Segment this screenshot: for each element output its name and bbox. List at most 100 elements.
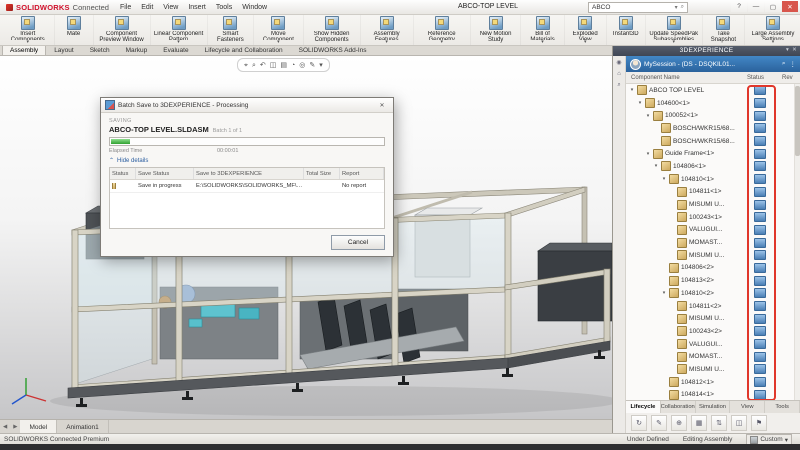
ribbon-button[interactable]: Component Preview Window — [94, 15, 151, 45]
hide-details-link[interactable]: ⌃ Hide details — [109, 157, 385, 164]
column-component-name[interactable]: Component Name — [626, 75, 680, 81]
panel-tab[interactable]: View — [730, 401, 765, 413]
tree-row[interactable]: ▾ 100052<1> — [626, 109, 800, 122]
panel-tab[interactable]: Simulation — [696, 401, 731, 413]
expand-caret-icon[interactable]: ▾ — [661, 290, 667, 296]
panel-close-icon[interactable]: ✕ — [792, 47, 797, 53]
tree-row[interactable]: BOSCH/WKR15/68... — [626, 122, 800, 135]
help-button[interactable]: ? — [731, 1, 747, 12]
menu-item[interactable]: Window — [237, 1, 272, 14]
overflow-menu-icon[interactable]: ⋮ — [790, 60, 797, 68]
dialog-title-bar[interactable]: Batch Save to 3DEXPERIENCE - Processing … — [101, 98, 393, 113]
tree-row[interactable]: 100243<1> — [626, 211, 800, 224]
column-rev[interactable]: Rev — [782, 75, 793, 81]
tree-row[interactable]: ▾ Guide Frame<1> — [626, 147, 800, 160]
ribbon-button[interactable]: Update SpeedPak Subassemblies ▾ — [646, 15, 703, 45]
tree-row[interactable]: ▾ 104806<1> — [626, 160, 800, 173]
add-icon[interactable]: ⊕ — [671, 415, 687, 431]
refresh-icon[interactable]: ↻ — [631, 415, 647, 431]
view-settings-chevron-icon[interactable]: ▾ — [319, 62, 323, 69]
view-orientation-icon[interactable]: ▤ — [280, 62, 287, 69]
expand-caret-icon[interactable]: ▾ — [629, 87, 635, 93]
tree-row[interactable]: MISUMI U... — [626, 312, 800, 325]
previous-view-icon[interactable]: ↶ — [260, 62, 266, 69]
edit-appearance-icon[interactable]: ✎ — [309, 62, 315, 69]
ribbon-button[interactable]: Exploded View ▾ — [565, 15, 607, 45]
expand-caret-icon[interactable]: ▾ — [645, 151, 651, 157]
flag-icon[interactable]: ⚑ — [751, 415, 767, 431]
section-view-icon[interactable]: ◫ — [270, 62, 277, 69]
panel-tab[interactable]: Tools — [765, 401, 800, 413]
ribbon-button[interactable]: Instant3D — [607, 15, 646, 45]
tree-row[interactable]: 104806<2> — [626, 262, 800, 275]
tree-row[interactable]: VALUGUI... — [626, 338, 800, 351]
zoom-to-fit-icon[interactable]: ⌖ — [244, 62, 248, 69]
minimize-button[interactable]: — — [748, 1, 764, 12]
tree-row[interactable]: ▾ 104810<1> — [626, 173, 800, 186]
search-icon[interactable]: ⌕ — [681, 4, 684, 11]
tree-row[interactable]: MISUMI U... — [626, 249, 800, 262]
panel-tab[interactable]: Lifecycle — [626, 401, 661, 413]
avatar[interactable] — [630, 59, 641, 70]
tree-row[interactable]: MISUMI U... — [626, 363, 800, 376]
expand-caret-icon[interactable]: ▾ — [645, 113, 651, 119]
grid-view-icon[interactable]: ▦ — [691, 415, 707, 431]
close-button[interactable]: ✕ — [782, 1, 798, 12]
chevron-down-icon[interactable]: ▾ — [675, 4, 678, 11]
ribbon-button[interactable]: Smart Fasteners — [208, 15, 255, 45]
expand-caret-icon[interactable]: ▾ — [653, 163, 659, 169]
tree-row[interactable]: 104811<2> — [626, 300, 800, 313]
tree-row[interactable]: VALUGUI... — [626, 224, 800, 237]
model-tab[interactable]: Model — [20, 420, 57, 434]
menu-item[interactable]: Edit — [136, 1, 158, 14]
tree-row[interactable]: 104813<2> — [626, 274, 800, 287]
table-row[interactable]: Save in progress E:\SOLIDWORKS\SOLIDWORK… — [110, 180, 384, 193]
ribbon-button[interactable]: Mate — [55, 15, 94, 45]
zoom-to-area-icon[interactable]: ⌕ — [252, 62, 256, 69]
search-icon[interactable]: ⌕ — [617, 82, 620, 89]
maximize-button[interactable]: ▢ — [765, 1, 781, 12]
tree-row[interactable]: MOMAST... — [626, 236, 800, 249]
report-cell[interactable]: No report — [340, 183, 384, 189]
model-tab[interactable]: Animation1 — [57, 420, 109, 434]
tree-row[interactable]: 100243<2> — [626, 325, 800, 338]
panel-menu-chevron-icon[interactable]: ▾ — [786, 47, 789, 53]
tree-row[interactable]: 104812<1> — [626, 376, 800, 389]
menu-item[interactable]: Insert — [183, 1, 211, 14]
scrollbar-thumb[interactable] — [795, 86, 800, 156]
menu-item[interactable]: View — [158, 1, 183, 14]
tab-nav-left-icon[interactable]: ◀ — [0, 424, 10, 430]
tree-row[interactable]: ▾ ABCO TOP LEVEL — [626, 84, 800, 97]
cancel-button[interactable]: Cancel — [331, 235, 385, 250]
tree-row[interactable]: MISUMI U... — [626, 198, 800, 211]
tab-nav-right-icon[interactable]: ▶ — [10, 424, 20, 430]
my-session-bar[interactable]: MySession - (DS - DSQKIL01... ⌕⋮ — [626, 56, 800, 72]
search-icon[interactable]: ⌕ — [782, 60, 786, 68]
ribbon-button[interactable]: Show Hidden Components — [304, 15, 361, 45]
ribbon-button[interactable]: Large Assembly Settings ▾ — [745, 15, 800, 45]
ribbon-button[interactable]: New Motion Study — [471, 15, 522, 45]
ribbon-button[interactable]: Take Snapshot — [703, 15, 745, 45]
hide-show-items-icon[interactable]: ◎ — [299, 62, 305, 69]
menu-item[interactable]: File — [115, 1, 136, 14]
column-status[interactable]: Status — [747, 75, 764, 81]
ribbon-button[interactable]: Linear Component Pattern ▾ — [151, 15, 208, 45]
sync-icon[interactable]: ⇅ — [711, 415, 727, 431]
ribbon-button[interactable]: Bill of Materials ▾ — [521, 15, 564, 45]
edit-icon[interactable]: ✎ — [651, 415, 667, 431]
tree-row[interactable]: ▾ 104600<1> — [626, 97, 800, 110]
search-input[interactable]: ABCO ▾ ⌕ — [588, 2, 688, 13]
ribbon-button[interactable]: Assembly Features ▾ — [361, 15, 414, 45]
ribbon-button[interactable]: Insert Components ▾ — [2, 15, 55, 45]
tree-row[interactable]: 104814<1> — [626, 389, 800, 401]
expand-caret-icon[interactable]: ▾ — [661, 176, 667, 182]
tree-row[interactable]: BOSCH/WKR15/68... — [626, 135, 800, 148]
tree-row[interactable]: 104811<1> — [626, 186, 800, 199]
display-style-icon[interactable]: ◔ — [291, 62, 295, 69]
compass-icon[interactable]: ◉ — [616, 59, 621, 66]
menu-item[interactable]: Tools — [211, 1, 237, 14]
close-icon[interactable]: ✕ — [375, 100, 389, 110]
ribbon-button[interactable]: Reference Geometry ▾ — [414, 15, 471, 45]
ribbon-button[interactable]: Move Component ▾ — [254, 15, 303, 45]
expand-caret-icon[interactable]: ▾ — [637, 100, 643, 106]
